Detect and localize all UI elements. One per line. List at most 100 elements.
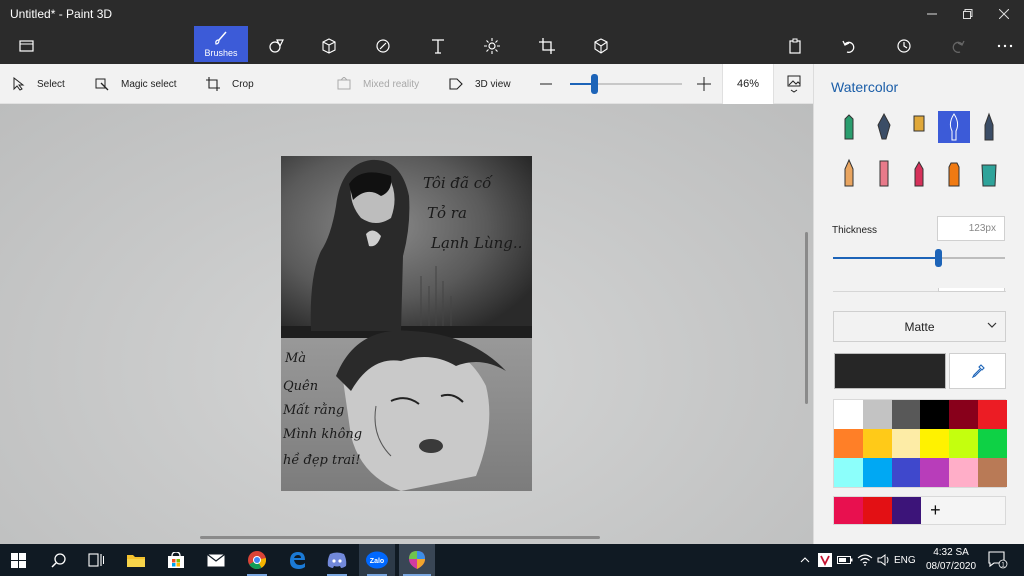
marker-brush-icon[interactable] bbox=[833, 111, 865, 143]
custom-colors-row: + bbox=[833, 496, 1006, 525]
paint-3d-icon[interactable] bbox=[399, 544, 435, 576]
spray-can-brush-icon[interactable] bbox=[938, 157, 970, 189]
palette-color-swatch[interactable] bbox=[862, 429, 892, 458]
add-color-button[interactable]: + bbox=[921, 497, 950, 524]
magic-select-tool[interactable]: Magic select bbox=[95, 64, 177, 104]
palette-color-swatch[interactable] bbox=[977, 458, 1007, 487]
eraser-brush-icon[interactable] bbox=[868, 157, 900, 189]
minimize-button[interactable] bbox=[914, 0, 950, 28]
volume-tray-icon[interactable] bbox=[875, 544, 893, 576]
watercolor-brush-icon[interactable] bbox=[938, 111, 970, 143]
zalo-taskbar-button[interactable]: Zalo bbox=[359, 544, 395, 576]
thickness-input[interactable]: 123px bbox=[937, 216, 1005, 241]
current-color-swatch[interactable] bbox=[834, 353, 946, 389]
3d-shapes-icon[interactable] bbox=[311, 28, 347, 64]
palette-color-swatch[interactable] bbox=[891, 429, 921, 458]
svg-text:Zalo: Zalo bbox=[370, 558, 384, 565]
palette-color-swatch[interactable] bbox=[977, 400, 1007, 429]
canvas-icon[interactable] bbox=[529, 28, 565, 64]
show-hidden-icons[interactable] bbox=[798, 544, 812, 576]
stickers-icon[interactable] bbox=[365, 28, 401, 64]
mixed-reality-tool[interactable]: Mixed reality bbox=[337, 64, 419, 104]
custom-color-swatch[interactable] bbox=[834, 497, 863, 524]
fill-bucket-brush-icon[interactable] bbox=[973, 157, 1005, 189]
clock-date: 08/07/2020 bbox=[925, 561, 977, 572]
menu-folder-icon[interactable] bbox=[9, 28, 45, 64]
pixel-pen-brush-icon[interactable] bbox=[973, 111, 1005, 143]
3d-library-icon[interactable] bbox=[583, 28, 619, 64]
more-icon[interactable] bbox=[987, 28, 1023, 64]
paste-icon[interactable] bbox=[777, 28, 813, 64]
crayon-brush-icon[interactable] bbox=[903, 157, 935, 189]
palette-color-swatch[interactable] bbox=[891, 400, 921, 429]
language-indicator[interactable]: ENG bbox=[894, 544, 916, 576]
palette-color-swatch[interactable] bbox=[949, 429, 978, 458]
zoom-in-button[interactable] bbox=[697, 64, 723, 104]
finish-dropdown[interactable]: Matte bbox=[833, 311, 1006, 342]
edge-icon[interactable] bbox=[279, 544, 315, 576]
palette-color-swatch[interactable] bbox=[920, 400, 950, 429]
search-icon[interactable] bbox=[40, 544, 76, 576]
2d-shapes-icon[interactable] bbox=[258, 28, 294, 64]
thickness-slider-thumb[interactable] bbox=[934, 249, 942, 267]
chrome-icon[interactable] bbox=[239, 544, 275, 576]
palette-color-swatch[interactable] bbox=[920, 429, 950, 458]
select-arrow-icon bbox=[13, 77, 25, 91]
sub-toolbar: Select Magic select Crop Mixed reality 3… bbox=[0, 64, 813, 104]
undo-icon[interactable] bbox=[831, 28, 867, 64]
zoom-out-button[interactable] bbox=[540, 64, 564, 104]
mail-icon[interactable] bbox=[198, 544, 234, 576]
windows-start-icon[interactable] bbox=[0, 544, 36, 576]
close-button[interactable] bbox=[986, 0, 1022, 28]
store-icon[interactable] bbox=[158, 544, 194, 576]
thickness-label: Thickness bbox=[832, 225, 878, 236]
palette-color-swatch[interactable] bbox=[949, 458, 978, 487]
redo-icon[interactable] bbox=[940, 28, 976, 64]
opacity-input-clipped[interactable] bbox=[938, 288, 1005, 292]
palette-color-swatch[interactable] bbox=[949, 400, 978, 429]
crop-tool[interactable]: Crop bbox=[206, 64, 254, 104]
maximize-button[interactable] bbox=[950, 0, 986, 28]
antivirus-tray-icon[interactable] bbox=[815, 544, 835, 576]
palette-color-swatch[interactable] bbox=[891, 458, 921, 487]
history-icon[interactable] bbox=[886, 28, 922, 64]
select-tool[interactable]: Select bbox=[13, 64, 65, 104]
canvas-workspace[interactable]: Tôi đã cố Tỏ ra Lạnh Lùng.. Mà Quên Mất … bbox=[0, 104, 813, 544]
vertical-scrollbar[interactable] bbox=[805, 232, 808, 404]
artwork-text-line: Mất rằng bbox=[282, 402, 344, 418]
image-settings-button[interactable] bbox=[787, 64, 813, 104]
thickness-slider[interactable] bbox=[833, 249, 1005, 267]
zoom-slider[interactable] bbox=[570, 74, 682, 94]
palette-color-swatch[interactable] bbox=[834, 400, 863, 429]
palette-color-swatch[interactable] bbox=[862, 400, 892, 429]
artwork-image[interactable]: Tôi đã cố Tỏ ra Lạnh Lùng.. Mà Quên Mất … bbox=[281, 156, 532, 491]
3d-view-toggle[interactable]: 3D view bbox=[449, 64, 511, 104]
effects-icon[interactable] bbox=[474, 28, 510, 64]
tab-brushes[interactable]: Brushes bbox=[194, 26, 248, 62]
wifi-tray-icon[interactable] bbox=[856, 544, 874, 576]
tab-brushes-label: Brushes bbox=[204, 48, 238, 58]
text-icon[interactable] bbox=[420, 28, 456, 64]
oil-brush-icon[interactable] bbox=[903, 111, 935, 143]
palette-color-swatch[interactable] bbox=[977, 429, 1007, 458]
palette-color-swatch[interactable] bbox=[834, 458, 863, 487]
action-center-icon[interactable]: 1 bbox=[984, 544, 1012, 576]
zoom-percent[interactable]: 46% bbox=[722, 64, 774, 104]
palette-color-swatch[interactable] bbox=[834, 429, 863, 458]
palette-color-swatch[interactable] bbox=[920, 458, 950, 487]
zoom-slider-thumb[interactable] bbox=[590, 74, 598, 94]
custom-color-swatch[interactable] bbox=[863, 497, 892, 524]
artwork-text-line: Tôi đã cố bbox=[423, 174, 493, 192]
horizontal-scrollbar[interactable] bbox=[200, 536, 600, 539]
palette-color-swatch[interactable] bbox=[862, 458, 892, 487]
battery-tray-icon[interactable] bbox=[836, 544, 854, 576]
task-view-icon[interactable] bbox=[78, 544, 114, 576]
calligraphy-pen-brush-icon[interactable] bbox=[868, 111, 900, 143]
discord-icon[interactable] bbox=[319, 544, 355, 576]
system-clock[interactable]: 4:32 SA 08/07/2020 bbox=[920, 546, 982, 574]
custom-color-swatch[interactable] bbox=[892, 497, 921, 524]
brush-panel: Watercolor Thickness 123px Matte + bbox=[813, 64, 1024, 544]
pencil-brush-icon[interactable] bbox=[833, 157, 865, 189]
eyedropper-button[interactable] bbox=[949, 353, 1006, 389]
file-explorer-icon[interactable] bbox=[118, 544, 154, 576]
